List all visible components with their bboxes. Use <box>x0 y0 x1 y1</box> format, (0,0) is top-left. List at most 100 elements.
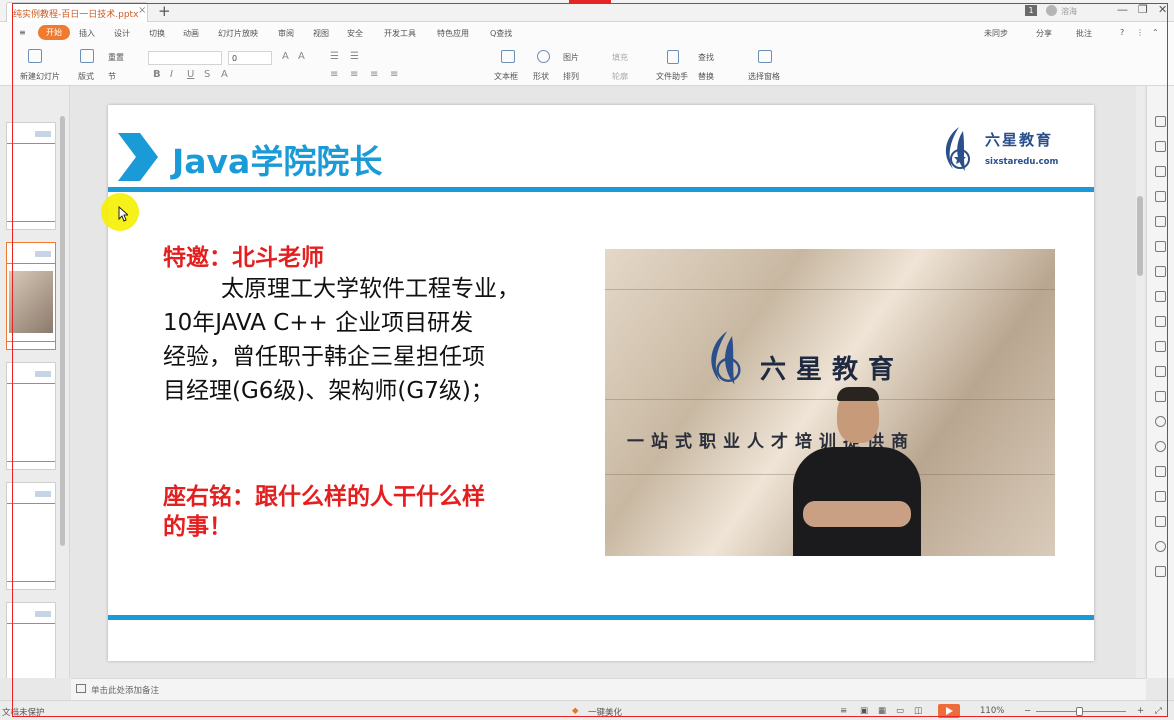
zoom-slider-handle[interactable] <box>1076 707 1083 716</box>
shape-icon[interactable] <box>537 50 550 63</box>
arrange-button[interactable]: 排列 <box>563 71 579 82</box>
notes-toggle-icon[interactable]: ≡ <box>840 706 847 716</box>
menu-icon[interactable]: ≡ <box>19 28 26 37</box>
protection-status[interactable]: 文档未保护 <box>2 706 45 718</box>
transition-icon[interactable] <box>1155 166 1166 177</box>
align-center-icon[interactable]: ≡ <box>350 69 358 80</box>
new-slide-icon[interactable] <box>28 49 42 63</box>
textbox-icon[interactable] <box>501 50 515 63</box>
avatar[interactable] <box>1046 5 1057 16</box>
tab-slideshow[interactable]: 幻灯片放映 <box>218 28 258 39</box>
selection-pane-icon[interactable] <box>758 50 772 63</box>
file-assistant-button[interactable]: 文件助手 <box>656 71 688 82</box>
fill-button[interactable]: 填充 <box>612 52 628 63</box>
copy-icon[interactable] <box>1155 316 1166 327</box>
comments-button[interactable]: 批注 <box>1076 28 1092 39</box>
replace-button[interactable]: 替换 <box>698 71 714 82</box>
tab-design[interactable]: 设计 <box>114 28 130 39</box>
motto-textbox[interactable]: 座右铭：跟什么样的人干什么样 的事！ <box>163 482 583 542</box>
zoom-out-icon[interactable]: − <box>1024 706 1031 716</box>
slide-title[interactable]: Java学院院长 <box>172 135 382 183</box>
fit-window-icon[interactable]: ⤢ <box>1155 706 1162 716</box>
slide-thumbnail-current[interactable] <box>6 242 56 350</box>
shrink-font-button[interactable]: A <box>298 51 305 62</box>
reset-button[interactable]: 重置 <box>108 52 124 63</box>
close-tab-icon[interactable]: × <box>138 5 146 16</box>
sorter-view-icon[interactable]: ▦ <box>878 706 886 716</box>
beautify-button[interactable]: 一键美化 <box>588 706 622 718</box>
font-color-button[interactable]: A <box>221 69 228 80</box>
export-icon[interactable] <box>1155 391 1166 402</box>
animation-icon[interactable] <box>1155 141 1166 152</box>
collapse-ribbon-icon[interactable]: ⌃ <box>1152 28 1159 37</box>
grow-font-button[interactable]: A <box>282 51 289 62</box>
target-icon[interactable] <box>1155 416 1166 427</box>
settings-icon[interactable] <box>1155 541 1166 552</box>
presenter-view-icon[interactable]: ◫ <box>914 706 922 716</box>
share-button[interactable]: 分享 <box>1036 28 1052 39</box>
user-name[interactable]: 溶海 <box>1061 6 1077 17</box>
close-window-icon[interactable]: ✕ <box>1158 3 1167 16</box>
shape-button[interactable]: 形状 <box>533 71 549 82</box>
reading-view-icon[interactable]: ▭ <box>896 706 904 716</box>
table-icon[interactable] <box>1155 216 1166 227</box>
font-size-select[interactable]: 0 <box>228 51 272 65</box>
file-assistant-icon[interactable] <box>667 50 679 64</box>
bold-button[interactable]: B <box>153 69 161 80</box>
slide-thumbnail[interactable] <box>6 482 56 590</box>
search-command[interactable]: Q查找 <box>490 28 512 39</box>
normal-view-icon[interactable]: ▣ <box>860 706 868 716</box>
list-icon[interactable] <box>1155 291 1166 302</box>
sync-status[interactable]: 未同步 <box>984 28 1008 39</box>
zoom-in-icon[interactable]: + <box>1137 706 1144 716</box>
more-icon[interactable]: ⋮ <box>1136 28 1144 37</box>
transfer-icon[interactable] <box>1155 491 1166 502</box>
help-panel-icon[interactable] <box>1155 566 1166 577</box>
history-icon[interactable] <box>1155 441 1166 452</box>
tab-transitions[interactable]: 切换 <box>149 28 165 39</box>
beautify-icon[interactable]: ◆ <box>572 706 579 716</box>
italic-button[interactable]: I <box>170 69 173 80</box>
help-icon[interactable]: ? <box>1120 28 1124 37</box>
tab-view[interactable]: 视图 <box>313 28 329 39</box>
tab-insert[interactable]: 插入 <box>79 28 95 39</box>
property-icon[interactable] <box>1155 116 1166 127</box>
outline-button[interactable]: 轮廓 <box>612 71 628 82</box>
tab-animations[interactable]: 动画 <box>183 28 199 39</box>
thumbnail-scrollbar[interactable] <box>60 116 65 546</box>
chart-icon[interactable] <box>1155 266 1166 277</box>
minimize-icon[interactable]: — <box>1117 3 1128 16</box>
new-slide-button[interactable]: 新建幻灯片 <box>20 71 60 82</box>
tab-security[interactable]: 安全 <box>347 28 363 39</box>
slide-thumbnail[interactable] <box>6 122 56 230</box>
slide-thumbnail[interactable] <box>6 362 56 470</box>
section-button[interactable]: 节 <box>108 71 116 82</box>
document-tab[interactable]: 纯实例教程-百日一日技术.pptx <box>6 2 148 22</box>
notes-placeholder[interactable]: 单击此处添加备注 <box>91 684 159 696</box>
tab-features[interactable]: 特色应用 <box>437 28 469 39</box>
notes-pane[interactable]: 单击此处添加备注 <box>71 678 1146 700</box>
layout-button[interactable]: 版式 <box>78 71 94 82</box>
tab-review[interactable]: 审阅 <box>278 28 294 39</box>
slide-thumbnail[interactable] <box>6 602 56 678</box>
font-family-select[interactable] <box>148 51 222 65</box>
format-icon[interactable] <box>1155 191 1166 202</box>
grid-icon[interactable] <box>1155 241 1166 252</box>
play-slideshow-button[interactable] <box>938 704 960 718</box>
filter-icon[interactable] <box>1155 516 1166 527</box>
picture-button[interactable]: 图片 <box>563 52 579 63</box>
backup-icon[interactable] <box>1155 466 1166 477</box>
justify-icon[interactable]: ≡ <box>390 69 398 80</box>
strikethrough-button[interactable]: S <box>204 69 210 80</box>
numbered-list-icon[interactable]: ☰ <box>350 51 359 62</box>
reading-icon[interactable] <box>1155 366 1166 377</box>
tab-developer[interactable]: 开发工具 <box>384 28 416 39</box>
edit-icon[interactable] <box>1155 341 1166 352</box>
align-right-icon[interactable]: ≡ <box>370 69 378 80</box>
bullet-list-icon[interactable]: ☰ <box>330 51 339 62</box>
speaker-photo[interactable]: 六星教育 一站式职业人才培训提供商 <box>605 249 1055 556</box>
scrollbar-thumb[interactable] <box>1137 196 1143 276</box>
notes-icon[interactable] <box>76 684 86 693</box>
align-left-icon[interactable]: ≡ <box>330 69 338 80</box>
bio-textbox[interactable]: 太原理工大学软件工程专业， 10年JAVA C++ 企业项目研发 经验，曾任职于… <box>163 272 583 408</box>
